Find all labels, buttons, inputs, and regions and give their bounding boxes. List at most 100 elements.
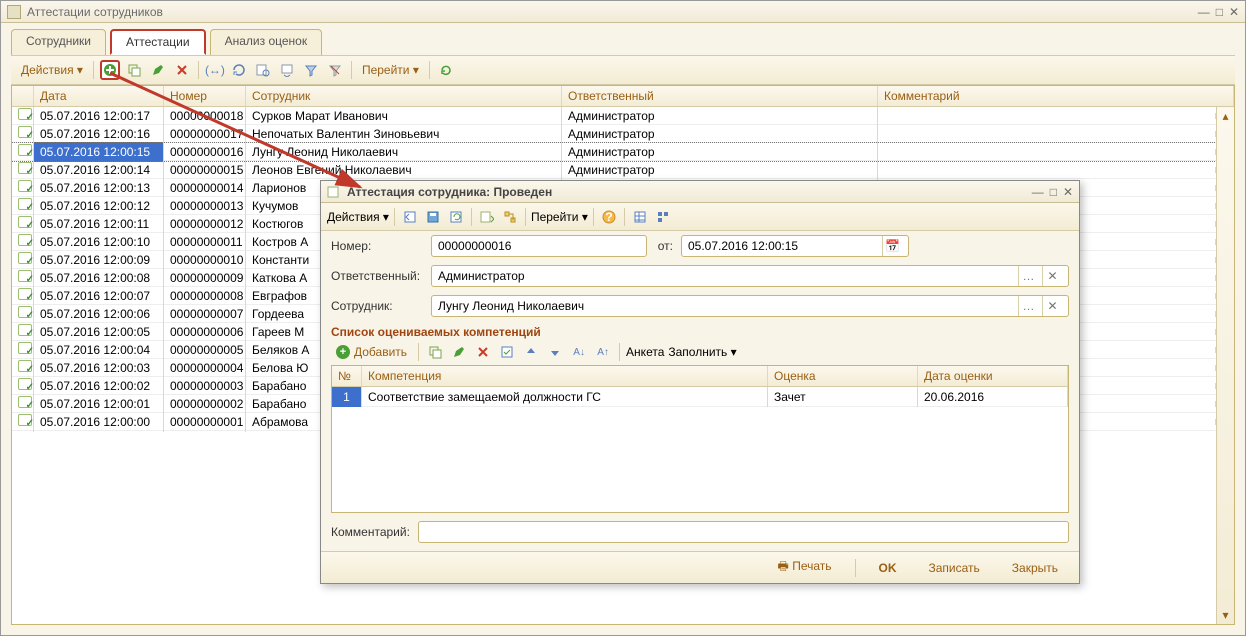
- fill-menu[interactable]: Заполнить ▾: [668, 345, 736, 359]
- dialog-titlebar: Аттестация сотрудника: Проведен — □ ✕: [321, 181, 1079, 203]
- posted-icon: [18, 144, 32, 156]
- table-row[interactable]: 05.07.2016 12:00:1500000000016Лунгу Леон…: [12, 143, 1216, 161]
- posted-icon: [18, 216, 32, 228]
- add-icon[interactable]: [100, 60, 120, 80]
- main-tabs: Сотрудники Аттестации Анализ оценок: [1, 23, 1245, 55]
- movements-icon[interactable]: [477, 207, 497, 227]
- dialog-actions-menu[interactable]: Действия ▾: [327, 210, 389, 224]
- filter-settings-icon[interactable]: [301, 60, 321, 80]
- save-button[interactable]: Записать: [918, 557, 991, 579]
- clear-employee-icon[interactable]: ✕: [1042, 296, 1062, 316]
- posted-icon: [18, 414, 32, 426]
- survey-button[interactable]: Анкета: [626, 345, 664, 359]
- grid-header: Дата Номер Сотрудник Ответственный Комме…: [12, 86, 1234, 107]
- filter-off-icon[interactable]: [325, 60, 345, 80]
- date-field[interactable]: 05.07.2016 12:00:15📅: [681, 235, 909, 257]
- comp-col-mark[interactable]: Оценка: [768, 366, 918, 386]
- move-down-icon[interactable]: [545, 342, 565, 362]
- window-title: Аттестации сотрудников: [27, 5, 1198, 19]
- competence-toolbar: +Добавить A↓ A↑ Анкета Заполнить ▾: [321, 339, 1079, 365]
- dialog-maximize-icon[interactable]: □: [1050, 185, 1057, 199]
- minimize-icon[interactable]: —: [1198, 5, 1210, 19]
- select-responsible-icon[interactable]: …: [1018, 266, 1038, 286]
- table-row[interactable]: 05.07.2016 12:00:1400000000015Леонов Евг…: [12, 161, 1216, 179]
- grid-view-icon[interactable]: [630, 207, 650, 227]
- clear-responsible-icon[interactable]: ✕: [1042, 266, 1062, 286]
- number-field[interactable]: 00000000016: [431, 235, 647, 257]
- goto-menu[interactable]: Перейти ▾: [358, 63, 423, 77]
- from-label: от:: [655, 239, 673, 253]
- responsible-label: Ответственный:: [331, 269, 423, 283]
- refresh-icon[interactable]: [436, 60, 456, 80]
- employee-field[interactable]: Лунгу Леонид Николаевич…✕: [431, 295, 1069, 317]
- actions-menu[interactable]: Действия ▾: [17, 63, 87, 77]
- col-responsible[interactable]: Ответственный: [562, 86, 878, 106]
- attestation-dialog: Аттестация сотрудника: Проведен — □ ✕ Де…: [320, 180, 1080, 584]
- delete-row-icon[interactable]: [473, 342, 493, 362]
- refresh-date-icon[interactable]: [229, 60, 249, 80]
- table-row[interactable]: 05.07.2016 12:00:1700000000018Сурков Мар…: [12, 107, 1216, 125]
- competence-grid: № Компетенция Оценка Дата оценки 1Соотве…: [331, 365, 1069, 513]
- table-row[interactable]: 05.07.2016 12:00:1600000000017Непочатых …: [12, 125, 1216, 143]
- add-competence-button[interactable]: +Добавить: [331, 343, 412, 361]
- tab-attestations[interactable]: Аттестации: [110, 29, 206, 55]
- scroll-down-icon[interactable]: ▾: [1222, 606, 1228, 624]
- repost-icon[interactable]: [446, 207, 466, 227]
- scroll-up-icon[interactable]: ▴: [1222, 107, 1228, 125]
- posted-icon: [18, 360, 32, 372]
- copy-icon[interactable]: [124, 60, 144, 80]
- find-icon[interactable]: [253, 60, 273, 80]
- save-icon[interactable]: [423, 207, 443, 227]
- posted-icon: [18, 126, 32, 138]
- posted-icon: [18, 234, 32, 246]
- dialog-minimize-icon[interactable]: —: [1032, 185, 1044, 199]
- edit-icon[interactable]: [148, 60, 168, 80]
- select-employee-icon[interactable]: …: [1018, 296, 1038, 316]
- tab-employees[interactable]: Сотрудники: [11, 29, 106, 55]
- sort-desc-icon[interactable]: A↑: [593, 342, 613, 362]
- col-comment[interactable]: Комментарий: [878, 86, 1234, 106]
- delete-icon[interactable]: [172, 60, 192, 80]
- help-icon[interactable]: ?: [599, 207, 619, 227]
- col-employee[interactable]: Сотрудник: [246, 86, 562, 106]
- grid-scrollbar[interactable]: ▴ ▾: [1216, 107, 1234, 624]
- calendar-icon[interactable]: 📅: [882, 236, 902, 256]
- comment-field[interactable]: [418, 521, 1069, 543]
- dialog-close-icon[interactable]: ✕: [1063, 185, 1073, 199]
- main-titlebar: Аттестации сотрудников — □ ✕: [1, 1, 1245, 23]
- svg-text:?: ?: [605, 210, 612, 224]
- col-date[interactable]: Дата: [34, 86, 164, 106]
- tab-analysis[interactable]: Анализ оценок: [210, 29, 322, 55]
- dialog-toolbar: Действия ▾ Перейти ▾ ?: [321, 203, 1079, 231]
- comp-col-n[interactable]: №: [332, 366, 362, 386]
- posted-icon: [18, 162, 32, 174]
- posted-icon: [18, 198, 32, 210]
- print-button[interactable]: 🖶 Печать: [767, 553, 843, 582]
- close-icon[interactable]: ✕: [1229, 5, 1239, 19]
- swap-icon[interactable]: (↔): [205, 60, 225, 80]
- filter-col-icon[interactable]: [277, 60, 297, 80]
- ok-button[interactable]: OK: [868, 557, 908, 579]
- main-toolbar: Действия ▾ (↔) Перейти ▾: [11, 55, 1235, 85]
- responsible-field[interactable]: Администратор…✕: [431, 265, 1069, 287]
- settings-view-icon[interactable]: [653, 207, 673, 227]
- copy-row-icon[interactable]: [425, 342, 445, 362]
- move-up-icon[interactable]: [521, 342, 541, 362]
- finish-edit-icon[interactable]: [497, 342, 517, 362]
- structure-icon[interactable]: [500, 207, 520, 227]
- maximize-icon[interactable]: □: [1216, 5, 1223, 19]
- col-number[interactable]: Номер: [164, 86, 246, 106]
- edit-row-icon[interactable]: [449, 342, 469, 362]
- sort-asc-icon[interactable]: A↓: [569, 342, 589, 362]
- comp-col-date[interactable]: Дата оценки: [918, 366, 1068, 386]
- employee-label: Сотрудник:: [331, 299, 423, 313]
- close-button[interactable]: Закрыть: [1001, 557, 1069, 579]
- post-icon[interactable]: [400, 207, 420, 227]
- posted-icon: [18, 252, 32, 264]
- competence-section-title: Список оцениваемых компетенций: [321, 321, 1079, 339]
- dialog-goto-menu[interactable]: Перейти ▾: [531, 210, 588, 224]
- number-label: Номер:: [331, 239, 423, 253]
- comp-col-name[interactable]: Компетенция: [362, 366, 768, 386]
- competence-row[interactable]: 1Соответствие замещаемой должности ГСЗач…: [332, 387, 1068, 407]
- posted-icon: [18, 378, 32, 390]
